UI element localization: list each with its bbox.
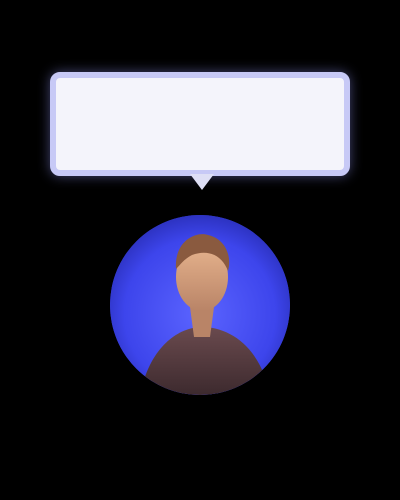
speech-bubble bbox=[50, 72, 350, 176]
message-screen bbox=[0, 0, 400, 500]
avatar[interactable] bbox=[110, 215, 290, 395]
speech-bubble-tail bbox=[190, 174, 214, 190]
person-photo-icon bbox=[110, 215, 290, 395]
